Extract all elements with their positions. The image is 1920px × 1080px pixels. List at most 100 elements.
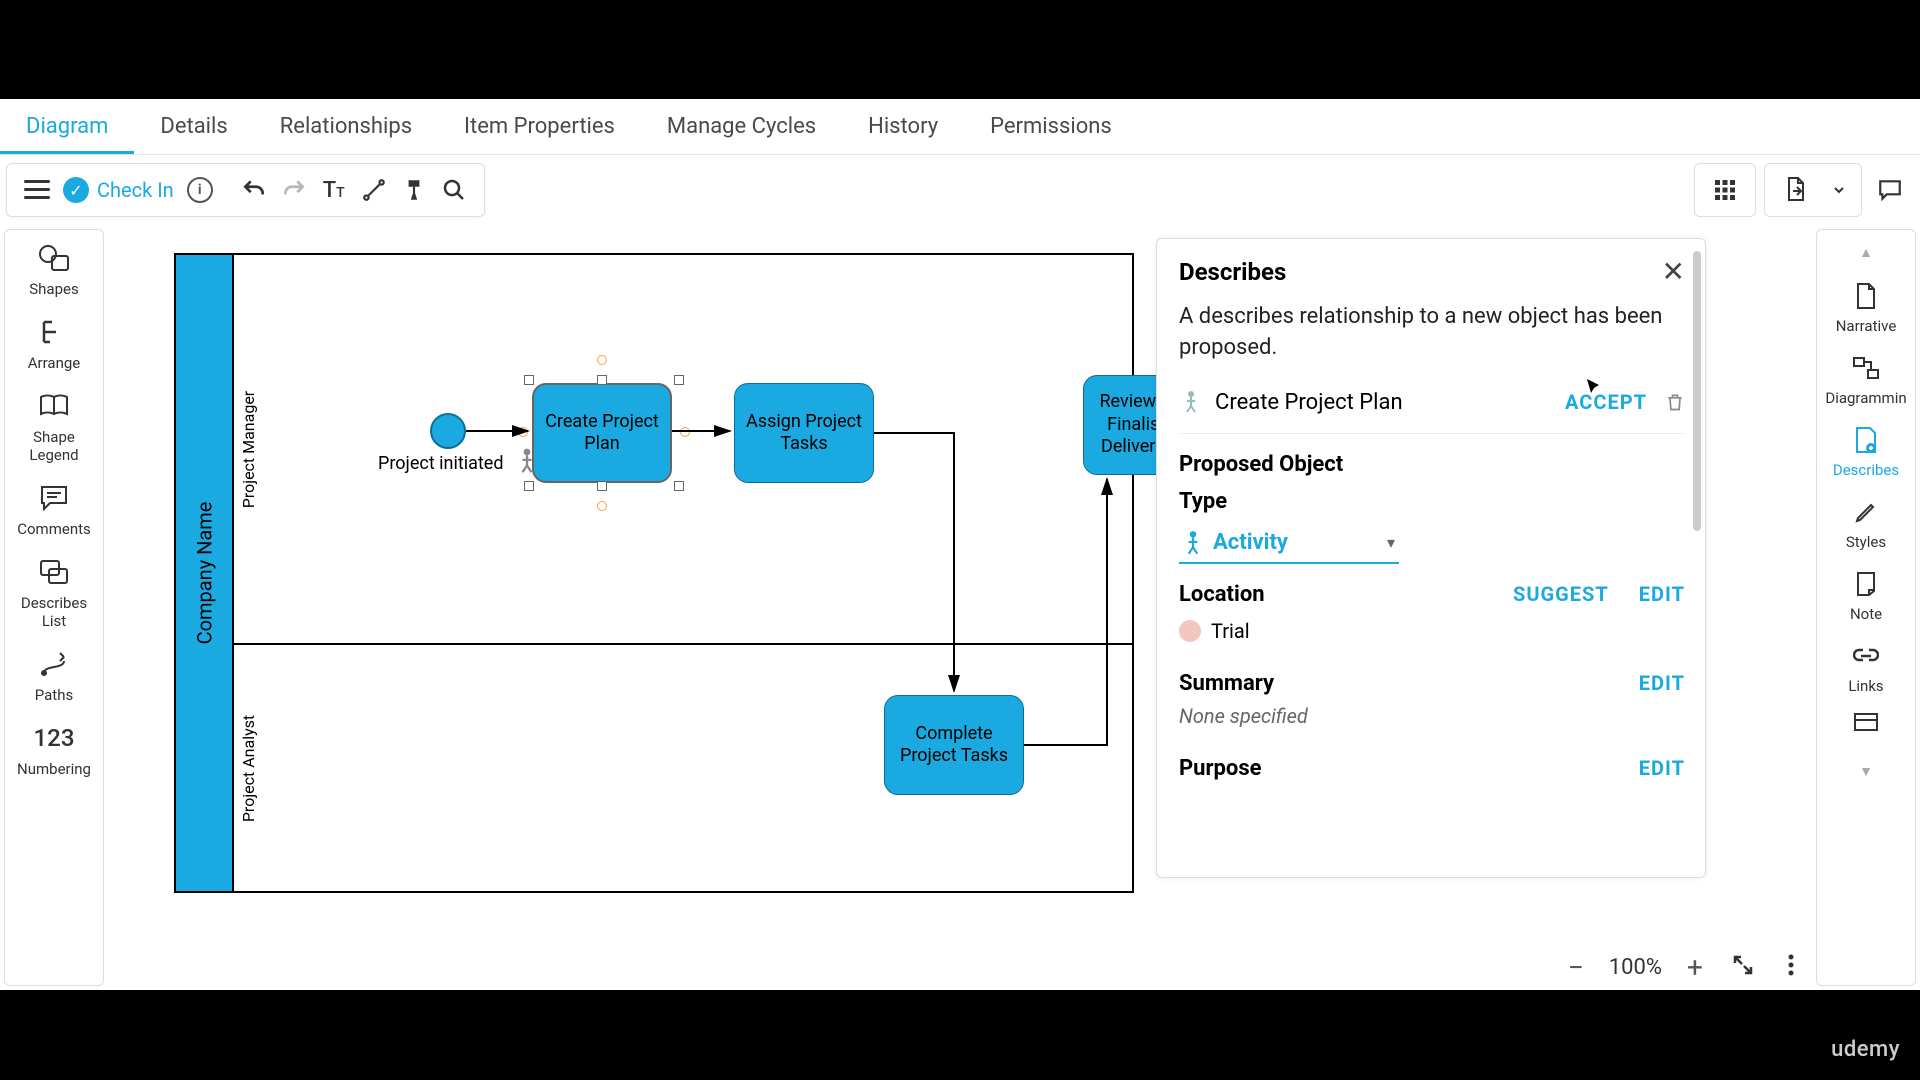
chevron-down-icon: ▾	[1387, 533, 1395, 552]
summary-value: None specified	[1179, 704, 1685, 728]
location-edit-button[interactable]: EDIT	[1639, 582, 1685, 606]
comments-toggle-button[interactable]	[1870, 170, 1910, 210]
palette-numbering[interactable]: 123 Numbering	[5, 722, 103, 778]
bpmn-pool[interactable]: Company Name Project Manager Project ini…	[174, 253, 1134, 893]
palette-paths[interactable]: Paths	[5, 648, 103, 704]
type-label: Type	[1179, 489, 1685, 514]
arrange-icon	[40, 318, 68, 346]
paint-icon	[401, 177, 427, 203]
lane-project-analyst[interactable]: Project Analyst Complete Project Tasks	[234, 645, 1132, 891]
tab-manage-cycles[interactable]: Manage Cycles	[641, 100, 842, 153]
info-button[interactable]: i	[180, 170, 220, 210]
location-value-row[interactable]: Trial	[1179, 619, 1685, 643]
accept-button[interactable]: ACCEPT	[1565, 390, 1647, 414]
delete-button[interactable]	[1665, 392, 1685, 412]
location-chip-icon	[1179, 620, 1201, 642]
tab-relationships[interactable]: Relationships	[254, 100, 438, 153]
type-value: Activity	[1213, 530, 1288, 555]
export-dropdown-button[interactable]	[1827, 170, 1851, 210]
right-toolbar	[1694, 163, 1920, 217]
palette-comments[interactable]: Comments	[5, 482, 103, 538]
shapes-icon	[38, 244, 70, 272]
rail-more[interactable]	[1817, 707, 1915, 743]
check-in-button[interactable]: ✓ Check In	[63, 177, 174, 203]
describes-panel: Describes ✕ A describes relationship to …	[1156, 238, 1706, 878]
palette-shapes[interactable]: Shapes	[5, 242, 103, 298]
palette-paths-label: Paths	[35, 686, 73, 704]
rail-describes[interactable]: Describes	[1817, 425, 1915, 479]
palette-shapes-label: Shapes	[29, 280, 78, 298]
palette-comments-label: Comments	[17, 520, 91, 538]
document-export-icon	[1783, 176, 1807, 204]
undo-button[interactable]	[234, 170, 274, 210]
type-dropdown[interactable]: Activity ▾	[1179, 524, 1399, 564]
palette-describes-list[interactable]: Describes List	[5, 556, 103, 630]
book-icon	[39, 394, 69, 418]
hamburger-icon	[24, 180, 50, 200]
zoom-controls: − 100% +	[1561, 951, 1806, 984]
search-icon	[442, 178, 466, 202]
tab-permissions[interactable]: Permissions	[964, 100, 1138, 153]
start-event[interactable]	[430, 413, 466, 449]
palette-describes-label-1: Describes	[21, 594, 87, 612]
rail-links[interactable]: Links	[1817, 641, 1915, 695]
task-complete-project-tasks[interactable]: Complete Project Tasks	[884, 695, 1024, 795]
tab-diagram[interactable]: Diagram	[0, 100, 134, 153]
suggest-button[interactable]: SUGGEST	[1513, 582, 1609, 606]
more-options-button[interactable]	[1776, 951, 1806, 984]
format-painter-button[interactable]	[394, 170, 434, 210]
zoom-level: 100%	[1609, 955, 1662, 980]
fullscreen-button[interactable]	[1728, 951, 1758, 984]
check-in-label: Check In	[97, 178, 174, 202]
person-icon	[518, 447, 536, 475]
rail-scroll-up[interactable]: ▲	[1859, 244, 1873, 261]
menu-button[interactable]	[17, 170, 57, 210]
diagram-canvas[interactable]: Company Name Project Manager Project ini…	[104, 225, 1816, 990]
describes-icon	[1853, 426, 1879, 454]
text-tool-button[interactable]: TT	[314, 170, 354, 210]
search-button[interactable]	[434, 170, 474, 210]
lane1-label: Project Manager	[234, 255, 264, 643]
link-icon	[1853, 647, 1879, 665]
task-create-project-plan[interactable]: Create Project Plan	[532, 383, 672, 483]
tab-details[interactable]: Details	[134, 100, 253, 153]
close-button[interactable]: ✕	[1662, 255, 1685, 288]
zoom-in-button[interactable]: +	[1680, 951, 1710, 984]
summary-edit-button[interactable]: EDIT	[1639, 671, 1685, 695]
palette-arrange[interactable]: Arrange	[5, 316, 103, 372]
palette-legend-label-1: Shape	[33, 428, 75, 446]
rail-scroll-down[interactable]: ▼	[1859, 763, 1873, 780]
activity-icon	[1183, 530, 1203, 556]
palette-numbering-label: Numbering	[17, 760, 91, 778]
panel-icon	[1853, 712, 1879, 732]
flow-arrows	[234, 255, 1132, 643]
zoom-out-button[interactable]: −	[1561, 951, 1591, 984]
task-assign-project-tasks[interactable]: Assign Project Tasks	[734, 383, 874, 483]
main-toolbar: ✓ Check In i TT	[6, 163, 485, 217]
start-event-label: Project initiated	[378, 453, 504, 474]
export-button[interactable]	[1775, 170, 1815, 210]
purpose-edit-button[interactable]: EDIT	[1639, 756, 1685, 780]
pool-label[interactable]: Company Name	[176, 255, 234, 891]
redo-button[interactable]	[274, 170, 314, 210]
text-icon: TT	[323, 178, 345, 203]
tab-history[interactable]: History	[842, 100, 964, 153]
rail-styles[interactable]: Styles	[1817, 497, 1915, 551]
grid-icon	[1713, 178, 1737, 202]
grid-apps-button[interactable]	[1705, 170, 1745, 210]
note-icon	[1854, 571, 1878, 597]
tab-item-properties[interactable]: Item Properties	[438, 100, 641, 153]
palette-shape-legend[interactable]: Shape Legend	[5, 390, 103, 464]
rail-note[interactable]: Note	[1817, 569, 1915, 623]
pencil-icon	[1854, 500, 1878, 524]
purpose-label: Purpose	[1179, 756, 1262, 781]
right-rail: ▲ Narrative Diagrammin Describes Styles …	[1816, 229, 1916, 986]
summary-label: Summary	[1179, 671, 1274, 696]
rail-narrative[interactable]: Narrative	[1817, 281, 1915, 335]
kebab-icon	[1788, 953, 1794, 977]
connector-tool-button[interactable]	[354, 170, 394, 210]
location-label: Location	[1179, 582, 1265, 607]
lane-project-manager[interactable]: Project Manager Project initiated Create…	[234, 255, 1132, 645]
rail-diagramming[interactable]: Diagrammin	[1817, 353, 1915, 407]
scrollbar[interactable]	[1693, 251, 1701, 531]
